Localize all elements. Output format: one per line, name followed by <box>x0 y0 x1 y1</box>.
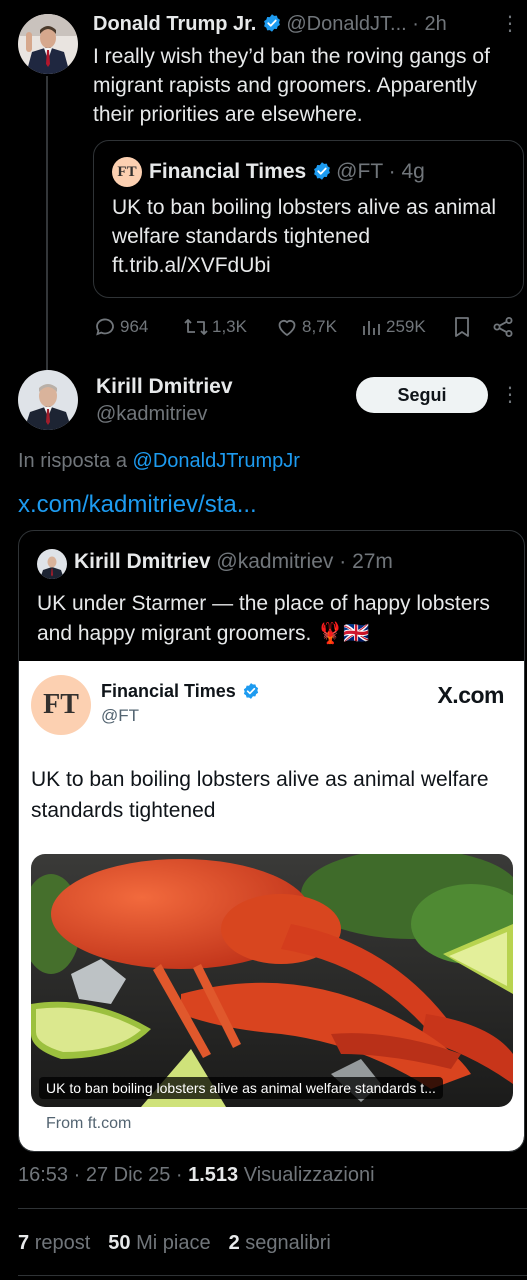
quoted-tweet[interactable]: Kirill Dmitriev @kadmitriev · 27m UK und… <box>18 530 525 1152</box>
ft-avatar: FT <box>31 675 91 735</box>
likes-stat[interactable]: 50 Mi piace <box>108 1232 210 1254</box>
dot-separator: · <box>382 160 402 183</box>
tweet-text: I really wish they’d ban the roving gang… <box>93 45 490 126</box>
bookmarks-label: segnalibri <box>245 1232 331 1254</box>
embedded-screenshot-card[interactable]: FT Financial Times @FT X.com UK to ban b… <box>19 661 524 1151</box>
quoted-author-name: Financial Times <box>149 160 307 183</box>
tweet-meta: 16:53 · 27 Dic 25 · 1.513 Visualizzazion… <box>18 1161 375 1189</box>
bookmark-button[interactable] <box>451 312 476 342</box>
quoted-author-handle: @kadmitriev <box>216 550 334 573</box>
views-count: 1.513 <box>188 1164 239 1186</box>
avatar <box>37 549 67 579</box>
author-handle[interactable]: @kadmitriev <box>96 400 207 428</box>
tweet-time[interactable]: 16:53 <box>18 1164 68 1186</box>
views-button[interactable]: 259K <box>361 312 426 342</box>
reply-to-link[interactable]: @DonaldJTrumpJr <box>133 450 300 472</box>
reposts-count: 7 <box>18 1232 30 1254</box>
x-com-logo: X.com <box>437 682 504 708</box>
reply-button[interactable]: 964 <box>93 312 148 342</box>
card-author-name: Financial Times <box>101 679 264 706</box>
quoted-tweet-text: UK under Starmer — the place of happy lo… <box>37 592 490 645</box>
tweet-link[interactable]: x.com/kadmitriev/sta... <box>18 489 257 521</box>
action-bar: 964 1,3K 8,7K 259K <box>93 312 521 342</box>
quoted-tweet-header: Financial Times @FT · 4g <box>149 156 425 191</box>
author-name[interactable]: Donald Trump Jr. <box>93 13 256 35</box>
card-author-name-text: Financial Times <box>101 681 236 701</box>
verified-badge-icon <box>312 159 332 191</box>
views-count: 259K <box>386 317 426 336</box>
share-button[interactable] <box>491 312 518 342</box>
views-icon <box>363 321 380 335</box>
repost-icon <box>184 319 208 335</box>
reply-icon <box>96 318 114 336</box>
reply-context: In risposta a @DonaldJTrumpJr <box>18 447 300 475</box>
heart-icon <box>278 319 296 336</box>
repost-button[interactable]: 1,3K <box>183 312 247 342</box>
like-count: 8,7K <box>302 317 337 336</box>
thread-line <box>46 76 48 372</box>
like-button[interactable]: 8,7K <box>275 312 337 342</box>
reposts-stat[interactable]: 7 repost <box>18 1232 90 1254</box>
author-handle[interactable]: @DonaldJT... <box>286 13 406 35</box>
reposts-label: repost <box>34 1232 91 1254</box>
avatar[interactable] <box>18 370 78 430</box>
likes-label: Mi piace <box>136 1232 211 1254</box>
verified-badge-icon <box>242 682 260 706</box>
quoted-tweet-header: Kirill Dmitriev @kadmitriev · 27m <box>74 548 393 576</box>
views-label: Visualizzazioni <box>243 1164 375 1186</box>
tweet-header: Donald Trump Jr. @DonaldJT... · 2h <box>93 10 523 41</box>
lobster-image: UK to ban boiling lobsters alive as anim… <box>31 854 513 1107</box>
quoted-tweet-text: UK to ban boiling lobsters alive as anim… <box>112 196 497 277</box>
repost-count: 1,3K <box>212 317 247 336</box>
reply-prefix: In risposta a <box>18 450 127 472</box>
dot-separator: · <box>68 1164 86 1186</box>
likes-count: 50 <box>108 1232 131 1254</box>
avatar[interactable] <box>18 14 78 74</box>
quoted-tweet-time: 4g <box>401 160 425 183</box>
ft-avatar: FT <box>112 157 142 187</box>
quoted-tweet[interactable]: FT Financial Times @FT · 4g UK to ban boi… <box>93 140 524 298</box>
quoted-author-handle: @FT <box>336 160 383 183</box>
dot-separator: · <box>333 550 353 573</box>
engagement-stats: 7 repost 50 Mi piace 2 segnalibri <box>18 1229 331 1257</box>
dot-separator: · <box>406 13 425 35</box>
card-source[interactable]: From ft.com <box>46 1113 131 1135</box>
quoted-author-name: Kirill Dmitriev <box>74 550 211 573</box>
card-author-handle: @FT <box>101 706 140 725</box>
author-name[interactable]: Kirill Dmitriev <box>96 373 233 401</box>
more-options-icon[interactable]: ⋮ <box>500 14 520 34</box>
divider <box>18 1208 527 1209</box>
follow-button[interactable]: Segui <box>356 377 488 413</box>
divider <box>18 1275 527 1276</box>
bookmarks-stat[interactable]: 2 segnalibri <box>229 1232 331 1254</box>
more-options-icon[interactable]: ⋮ <box>500 385 520 405</box>
dot-separator: · <box>170 1164 189 1186</box>
bookmark-icon <box>455 317 469 337</box>
tweet-time[interactable]: 2h <box>425 13 447 35</box>
reply-count: 964 <box>120 317 149 336</box>
image-caption: UK to ban boiling lobsters alive as anim… <box>39 1077 443 1099</box>
bookmarks-count: 2 <box>228 1232 240 1254</box>
verified-badge-icon <box>262 13 282 41</box>
tweet-date[interactable]: 27 Dic 25 <box>86 1164 171 1186</box>
share-icon <box>493 317 513 337</box>
quoted-tweet-time: 27m <box>352 550 393 573</box>
card-headline: UK to ban boiling lobsters alive as anim… <box>31 768 489 822</box>
